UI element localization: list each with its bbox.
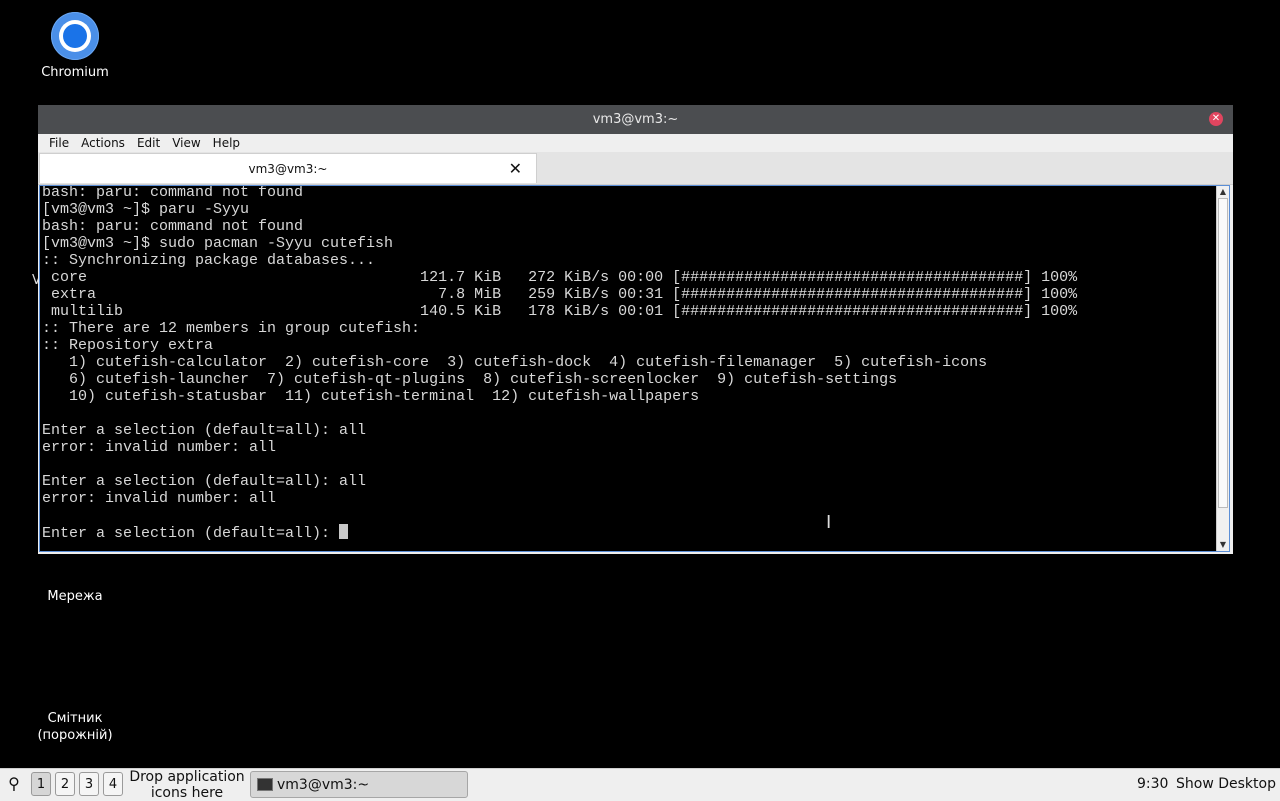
- close-window-button[interactable]: ✕: [1209, 112, 1223, 126]
- menu-file[interactable]: File: [43, 136, 75, 150]
- scrollbar-thumb[interactable]: [1218, 198, 1228, 508]
- terminal-line: :: Repository extra: [42, 337, 214, 354]
- desktop-icon-label: Смітник (порожній): [37, 711, 113, 743]
- terminal-line: error: invalid number: all: [42, 439, 277, 456]
- scroll-down-icon[interactable]: ▼: [1217, 539, 1229, 551]
- menu-edit[interactable]: Edit: [131, 136, 166, 150]
- desktop-icon-chromium[interactable]: Chromium: [20, 12, 130, 81]
- taskbar: ⚲ 1 2 3 4 Drop application icons here vm…: [0, 768, 1280, 801]
- tab-close-icon[interactable]: ✕: [509, 159, 522, 178]
- menu-view[interactable]: View: [166, 136, 206, 150]
- menu-bar: File Actions Edit View Help: [38, 134, 1233, 152]
- terminal-output[interactable]: bash: paru: command not found [vm3@vm3 ~…: [39, 185, 1230, 552]
- tab-terminal[interactable]: vm3@vm3:~ ✕: [39, 153, 537, 183]
- desktop-icon-network[interactable]: Мережа: [20, 588, 130, 605]
- terminal-line: bash: paru: command not found: [42, 218, 304, 235]
- close-icon: ✕: [1211, 113, 1221, 124]
- terminal-line: 1) cutefish-calculator 2) cutefish-core …: [42, 354, 988, 371]
- terminal-line: [vm3@vm3 ~]$ sudo pacman -Syyu cutefish: [42, 235, 394, 252]
- tab-bar: vm3@vm3:~ ✕: [38, 152, 1233, 185]
- workspace-2[interactable]: 2: [55, 772, 75, 796]
- terminal-line: Enter a selection (default=all): all: [42, 473, 367, 490]
- terminal-text: bash: paru: command not found [vm3@vm3 ~…: [42, 185, 1078, 542]
- terminal-icon: [257, 778, 273, 791]
- window-title: vm3@vm3:~: [592, 112, 679, 127]
- terminal-line: [vm3@vm3 ~]$ paru -Syyu: [42, 201, 250, 218]
- start-menu-icon[interactable]: ⚲: [3, 773, 25, 795]
- terminal-line: :: Synchronizing package databases...: [42, 252, 376, 269]
- menu-help[interactable]: Help: [207, 136, 246, 150]
- scroll-up-icon[interactable]: ▲: [1217, 186, 1229, 198]
- terminal-line: 10) cutefish-statusbar 11) cutefish-term…: [42, 388, 700, 405]
- terminal-line: Enter a selection (default=all): all: [42, 422, 367, 439]
- show-desktop-button[interactable]: Show Desktop: [1176, 776, 1276, 792]
- terminal-scrollbar[interactable]: ▲ ▼: [1216, 186, 1229, 551]
- workspace-4[interactable]: 4: [103, 772, 123, 796]
- terminal-prompt-line: Enter a selection (default=all):: [42, 525, 340, 542]
- workspace-1[interactable]: 1: [31, 772, 51, 796]
- window-titlebar[interactable]: vm3@vm3:~ ✕: [38, 105, 1233, 134]
- mouse-ibeam-icon: I: [826, 512, 832, 533]
- text-cursor: [339, 524, 349, 539]
- terminal-window: vm3@vm3:~ ✕ File Actions Edit View Help …: [38, 105, 1233, 554]
- desktop-icon-label: Chromium: [41, 65, 109, 80]
- taskbar-task-terminal[interactable]: vm3@vm3:~: [250, 771, 468, 798]
- terminal-line: error: invalid number: all: [42, 490, 277, 507]
- terminal-line: extra 7.8 MiB 259 KiB/s 00:31 [#########…: [42, 286, 1078, 303]
- quicklaunch-drop-hint: Drop application icons here: [129, 769, 245, 801]
- menu-actions[interactable]: Actions: [75, 136, 131, 150]
- tab-label: vm3@vm3:~: [248, 161, 328, 176]
- task-label: vm3@vm3:~: [277, 776, 370, 793]
- desktop-icon-label: Мережа: [47, 589, 103, 604]
- desktop-icon-trash[interactable]: Смітник (порожній): [20, 693, 130, 744]
- terminal-line: core 121.7 KiB 272 KiB/s 00:00 [########…: [42, 269, 1078, 286]
- clock[interactable]: 9:30: [1137, 776, 1168, 792]
- terminal-line: bash: paru: command not found: [42, 185, 304, 201]
- terminal-line: :: There are 12 members in group cutefis…: [42, 320, 421, 337]
- terminal-line: 6) cutefish-launcher 7) cutefish-qt-plug…: [42, 371, 898, 388]
- workspace-3[interactable]: 3: [79, 772, 99, 796]
- terminal-line: multilib 140.5 KiB 178 KiB/s 00:01 [####…: [42, 303, 1078, 320]
- chromium-icon: [51, 12, 99, 60]
